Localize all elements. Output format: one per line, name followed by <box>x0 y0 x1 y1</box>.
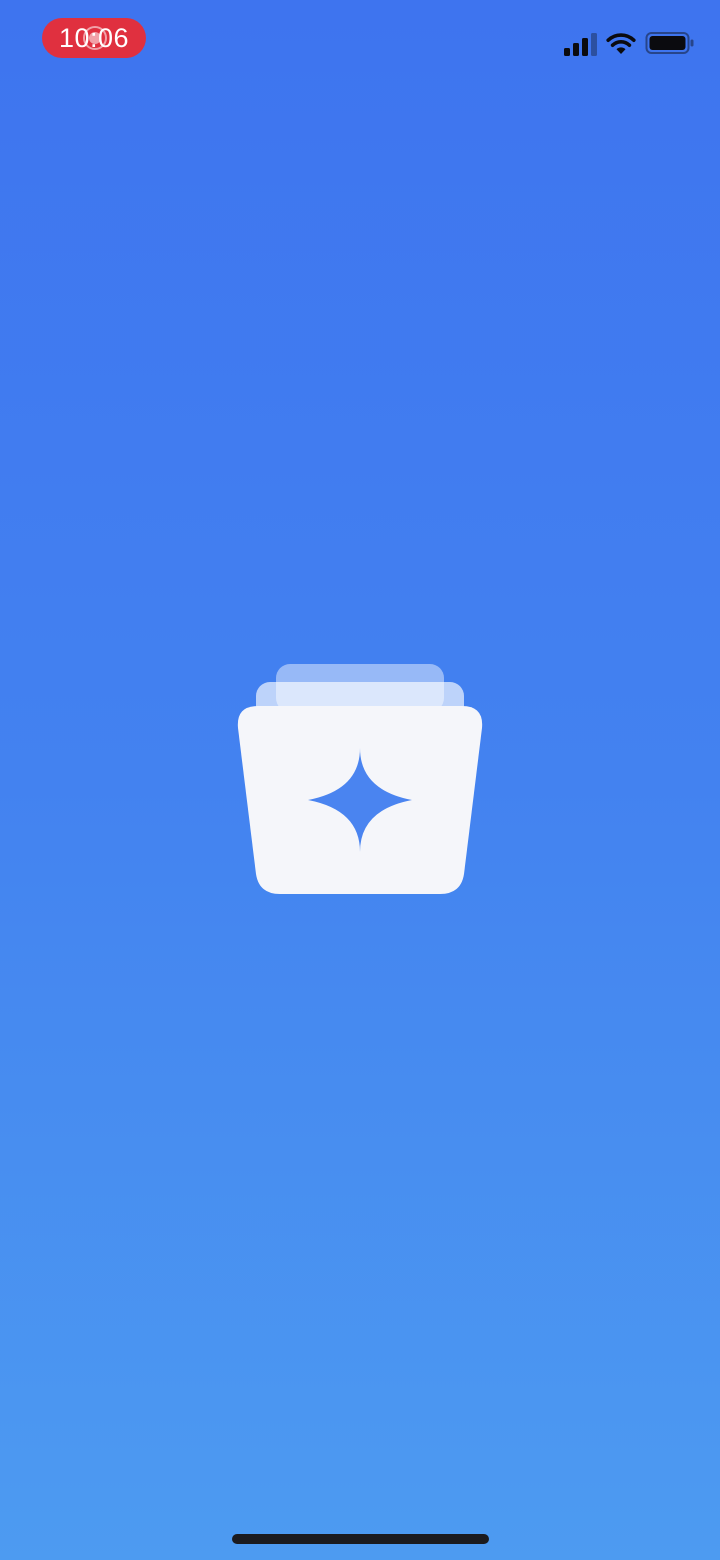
battery-full-icon <box>645 32 694 54</box>
screen-recording-icon <box>83 26 107 50</box>
wifi-icon <box>606 33 636 54</box>
stacked-cards-sparkle-icon <box>237 664 483 894</box>
status-bar: 10:06 <box>0 0 720 90</box>
cellular-signal-icon <box>564 33 597 56</box>
home-indicator[interactable] <box>232 1534 489 1544</box>
